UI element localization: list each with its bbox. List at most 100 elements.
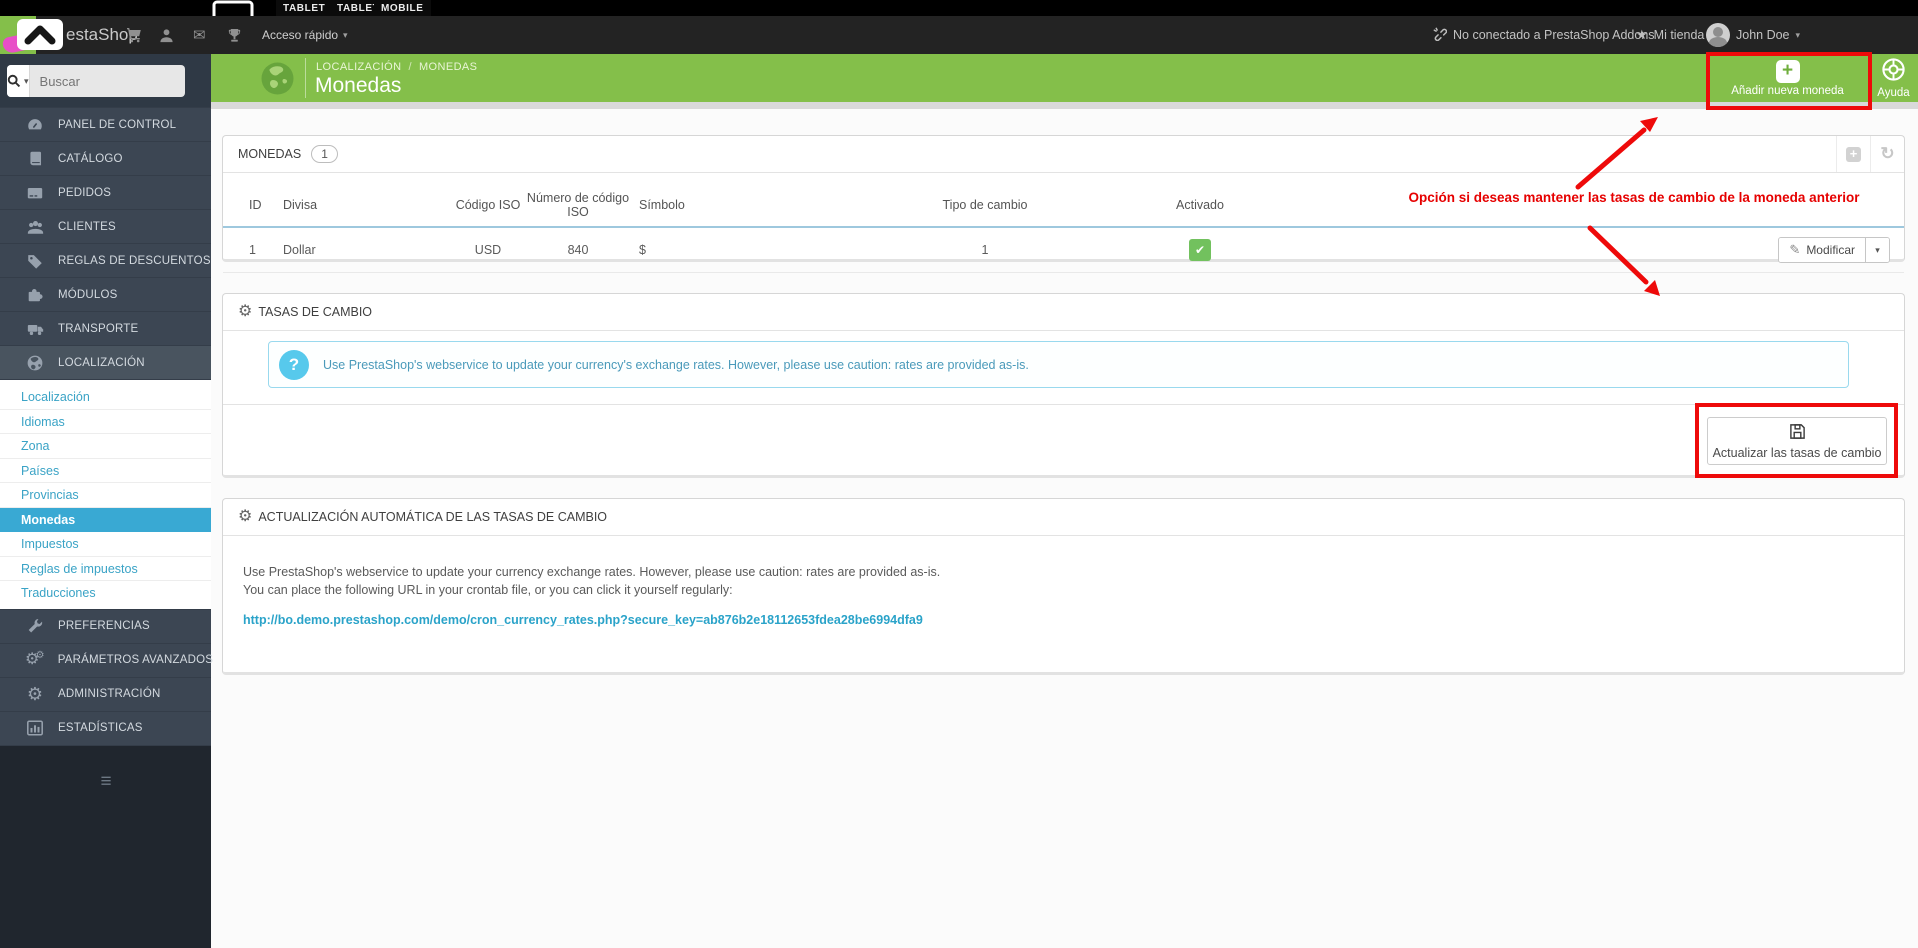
gear-icon: ⚙ <box>238 303 253 320</box>
sidebar-item-panel-de-control[interactable]: PANEL DE CONTROL <box>0 107 211 141</box>
admin-header-bar: estaShop ✉ Acceso rápido ▾ No conectado a… <box>0 16 1918 54</box>
sidebar: ▾ PANEL DE CONTROL CATÁLOGO PEDIDOS CLIE… <box>0 54 213 948</box>
sidebar-item-clientes[interactable]: CLIENTES <box>0 209 211 243</box>
sidebar-item-reglas-de-descuentos[interactable]: REGLAS DE DESCUENTOS <box>0 243 211 277</box>
customers-icon <box>25 218 45 236</box>
main-content: MONEDAS 1 + ↻ ID Divisa Código ISO Númer… <box>211 109 1918 948</box>
sidebar-item-parametros-avanzados[interactable]: ⚙ ⚙ PARÁMETROS AVANZADOS <box>0 642 213 677</box>
sidebar-item-catalogo[interactable]: CATÁLOGO <box>0 141 211 175</box>
breadcrumb-page: MONEDAS <box>418 61 478 73</box>
panel-title: MONEDAS <box>238 147 302 161</box>
pencil-icon: ✎ <box>1789 242 1801 257</box>
column-header-activado[interactable]: Activado <box>1143 185 1323 228</box>
question-mark-icon: ? <box>279 349 309 380</box>
submenu-item-reglas-de-impuestos[interactable]: Reglas de impuestos <box>0 557 211 581</box>
prestashop-admin-window: TABLET TABLET MOBILE estaShop ✉ Acceso r… <box>0 0 1918 948</box>
column-header-divisa[interactable]: Divisa <box>268 185 453 228</box>
column-header-simbolo[interactable]: Símbolo <box>633 185 703 228</box>
quick-access-menu[interactable]: Acceso rápido ▾ <box>262 16 348 54</box>
submenu-item-monedas[interactable]: Monedas <box>0 507 211 532</box>
column-header-id[interactable]: ID <box>223 185 268 228</box>
breadcrumb-section[interactable]: LOCALIZACIÓN <box>316 61 402 73</box>
chevron-up-overlay-icon[interactable] <box>17 19 63 50</box>
update-exchange-rates-button[interactable]: Actualizar las tasas de cambio <box>1707 417 1887 465</box>
column-header-numero-codigo-iso[interactable]: Número de código ISO <box>523 185 633 228</box>
gauge-icon <box>25 116 45 134</box>
customer-icon[interactable] <box>159 16 174 54</box>
webservice-info-alert: ? Use PrestaShop's webservice to update … <box>268 341 1849 388</box>
breadcrumb[interactable]: LOCALIZACIÓN / MONEDAS <box>316 61 477 73</box>
submenu-item-localizacion[interactable]: Localización <box>0 385 211 410</box>
currency-row[interactable]: 1 Dollar USD 840 $ 1 ✔ ✎ Modificar ▾ <box>223 227 1904 273</box>
cron-info-line1: Use PrestaShop's webservice to update yo… <box>243 565 941 579</box>
search-input[interactable] <box>29 65 185 97</box>
tablet-button[interactable]: TABLET <box>276 0 333 16</box>
sidebar-item-administracion[interactable]: ⚙ ADMINISTRACIÓN <box>0 676 211 711</box>
cell-divisa: Dollar <box>268 227 453 273</box>
cron-info-line2: You can place the following URL in your … <box>243 583 733 598</box>
chevron-down-icon: ▾ <box>1795 29 1801 40</box>
auto-update-panel-body: Use PrestaShop's webservice to update yo… <box>223 536 1904 629</box>
trophy-icon[interactable] <box>227 16 242 54</box>
cell-simbolo: $ <box>633 227 703 273</box>
my-shop-link[interactable]: ★ Mi tienda <box>1636 16 1704 54</box>
life-ring-icon <box>1881 57 1906 85</box>
submenu-item-idiomas[interactable]: Idiomas <box>0 410 211 434</box>
puzzle-icon <box>25 286 45 304</box>
submenu-item-impuestos[interactable]: Impuestos <box>0 532 211 557</box>
chevron-down-icon: ▾ <box>24 75 29 86</box>
user-name: John Doe <box>1736 28 1790 42</box>
messages-icon[interactable]: ✉ <box>193 16 206 54</box>
sidebar-item-transporte[interactable]: TRANSPORTE <box>0 311 211 345</box>
submenu-item-traducciones[interactable]: Traducciones <box>0 581 211 606</box>
row-actions-dropdown[interactable]: ▾ <box>1865 238 1889 262</box>
submenu-item-paises[interactable]: Países <box>0 459 211 483</box>
toolbar-shadow <box>211 102 1918 109</box>
enabled-toggle[interactable]: ✔ <box>1189 239 1211 261</box>
panel-add-button[interactable]: + <box>1836 136 1870 172</box>
gear-icon: ⚙ <box>26 684 44 704</box>
gear-icon: ⚙ <box>238 508 253 525</box>
save-icon <box>1789 423 1806 443</box>
desktop-monitor-icon[interactable] <box>200 0 266 16</box>
plus-icon: + <box>1846 146 1861 162</box>
edit-button[interactable]: ✎ Modificar <box>1779 238 1865 262</box>
sidebar-nav-bottom: PREFERENCIAS ⚙ ⚙ PARÁMETROS AVANZADOS ⚙ A… <box>0 608 213 746</box>
sidebar-search: ▾ <box>0 54 211 107</box>
search-scope-dropdown[interactable]: ▾ <box>7 65 30 97</box>
device-preview-bar: TABLET TABLET MOBILE <box>0 0 1918 16</box>
gears-icon: ⚙ ⚙ <box>25 650 45 668</box>
page-toolbar: LOCALIZACIÓN / MONEDAS Monedas + Añadir … <box>211 54 1918 102</box>
column-header-tipo-de-cambio[interactable]: Tipo de cambio <box>703 185 1143 228</box>
page-title: Monedas <box>315 74 402 97</box>
cron-url-link[interactable]: http://bo.demo.prestashop.com/demo/cron_… <box>243 611 923 629</box>
help-button[interactable]: Ayuda <box>1868 54 1918 102</box>
sidebar-item-preferencias[interactable]: PREFERENCIAS <box>0 608 211 643</box>
mobile-button[interactable]: MOBILE <box>374 0 431 16</box>
chevron-down-icon: ▾ <box>1875 244 1880 255</box>
column-header-codigo-iso[interactable]: Código ISO <box>453 185 523 228</box>
sidebar-collapse-button[interactable]: ≡ <box>0 771 211 793</box>
user-menu[interactable]: John Doe ▾ <box>1706 16 1800 54</box>
cart-icon[interactable] <box>126 16 142 54</box>
auto-update-panel: ⚙ ACTUALIZACIÓN AUTOMÁTICA DE LAS TASAS … <box>222 498 1905 675</box>
panel-refresh-button[interactable]: ↻ <box>1870 136 1904 172</box>
add-currency-button[interactable]: + Añadir nueva moneda <box>1706 54 1868 102</box>
localization-submenu: Localización Idiomas Zona Países Provinc… <box>0 380 211 609</box>
tags-icon <box>25 252 45 270</box>
submenu-item-provincias[interactable]: Provincias <box>0 483 211 508</box>
sidebar-item-localizacion[interactable]: LOCALIZACIÓN <box>0 345 211 379</box>
submenu-item-zona[interactable]: Zona <box>0 434 211 459</box>
broken-link-icon <box>1432 26 1448 44</box>
refresh-icon: ↻ <box>1880 144 1895 163</box>
sidebar-item-modulos[interactable]: MÓDULOS <box>0 277 211 311</box>
currencies-count-badge: 1 <box>311 145 338 163</box>
alert-text: Use PrestaShop's webservice to update yo… <box>323 357 1029 372</box>
avatar <box>1706 23 1730 47</box>
sidebar-item-estadisticas[interactable]: ESTADÍSTICAS <box>0 710 211 745</box>
addons-status[interactable]: No conectado a PrestaShop Addons <box>1432 16 1655 54</box>
currencies-panel-header: MONEDAS 1 + ↻ <box>223 136 1904 173</box>
book-icon <box>25 150 45 167</box>
sidebar-item-pedidos[interactable]: PEDIDOS <box>0 175 211 209</box>
wrench-icon <box>25 617 45 635</box>
